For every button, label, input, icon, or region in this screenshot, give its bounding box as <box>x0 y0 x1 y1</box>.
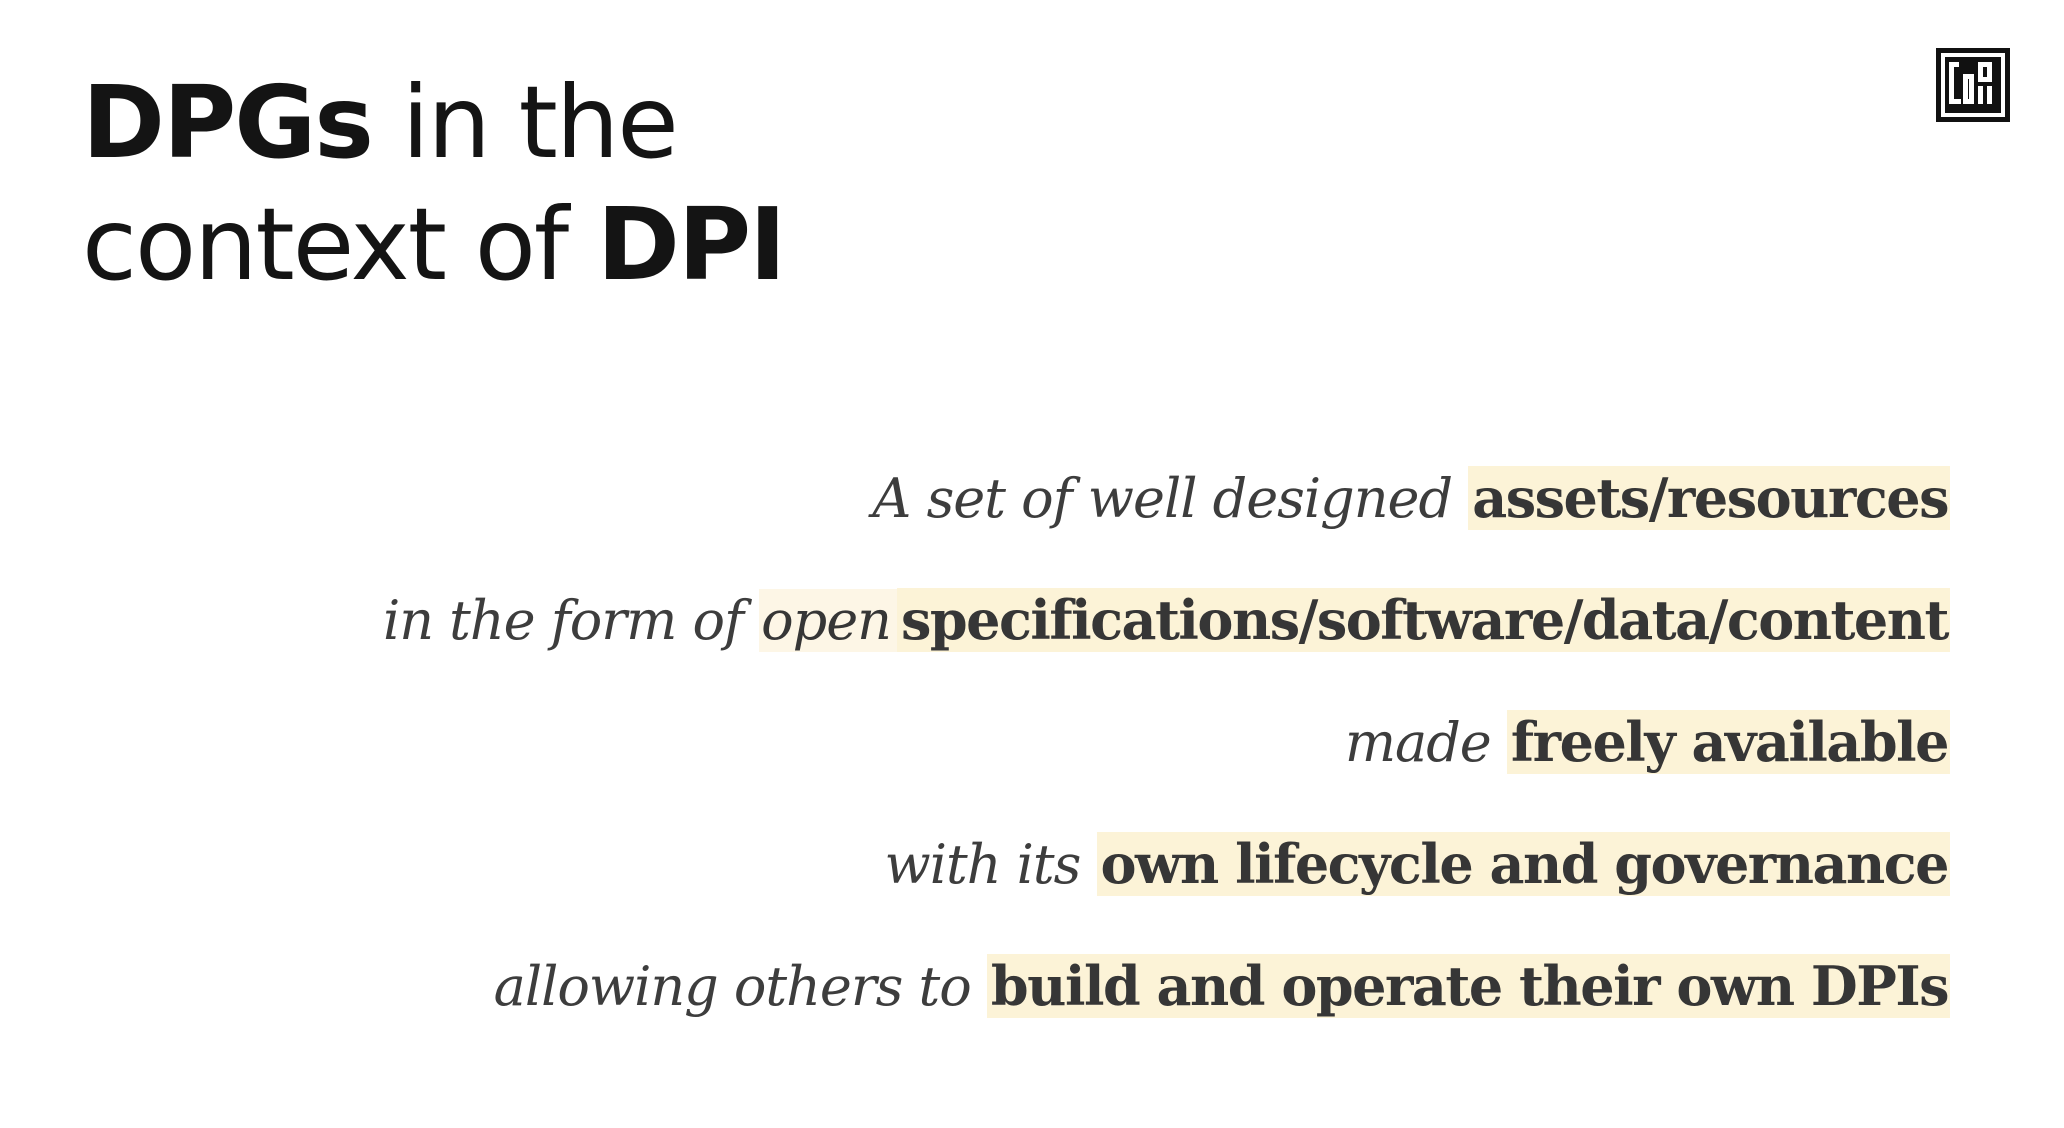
title-in-the: in the <box>371 64 679 181</box>
definition-line-4: with its own lifecycle and governance <box>250 827 1950 949</box>
definition-line-4-highlight: own lifecycle and governance <box>1096 832 1950 896</box>
dpg-definition: A set of well designed assets/resources … <box>250 461 1950 1071</box>
definition-line-2-soft-highlight: open <box>759 589 897 652</box>
definition-line-3: made freely available <box>250 705 1950 827</box>
definition-line-5-lead: allowing others to <box>493 955 987 1018</box>
definition-line-1-highlight: assets/resources <box>1468 466 1950 530</box>
definition-line-2: in the form of open specifications/softwa… <box>250 583 1950 705</box>
definition-line-5-highlight: build and operate their own DPIs <box>986 954 1950 1018</box>
definition-line-1: A set of well designed assets/resources <box>250 461 1950 583</box>
title-context-of: context of <box>82 186 597 303</box>
slide: DPGs in the context of DPI A set of well… <box>0 0 2064 1128</box>
definition-line-2-highlight: specifications/software/data/content <box>896 588 1950 652</box>
cdpi-logo-icon <box>1936 48 2010 122</box>
definition-line-4-lead: with its <box>884 833 1097 896</box>
definition-line-3-lead: made <box>1344 711 1507 774</box>
definition-line-2-lead: in the form of <box>382 589 760 652</box>
definition-line-3-highlight: freely available <box>1506 710 1950 774</box>
definition-line-5: allowing others to build and operate the… <box>250 949 1950 1071</box>
definition-line-1-lead: A set of well designed <box>872 467 1469 530</box>
page-title: DPGs in the context of DPI <box>82 62 787 306</box>
title-dpi: DPI <box>596 186 787 303</box>
title-dpgs: DPGs <box>82 64 374 181</box>
